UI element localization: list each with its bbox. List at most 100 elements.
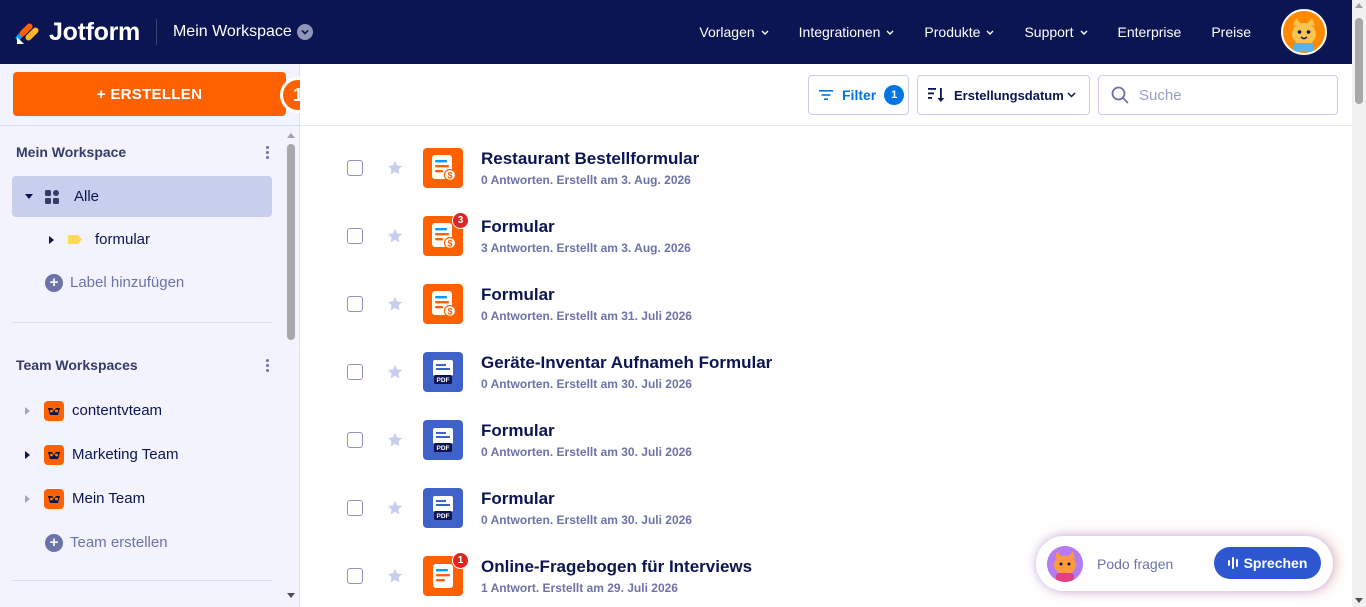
- caret-right-icon[interactable]: [25, 494, 30, 503]
- scroll-up-arrow-icon[interactable]: [1355, 3, 1363, 8]
- form-info: Geräte-Inventar Aufnameh Formular 0 Antw…: [481, 353, 772, 392]
- nav-products[interactable]: Produkte: [924, 24, 994, 40]
- chevron-down-icon: [1080, 30, 1087, 35]
- form-title[interactable]: Online-Fragebogen für Interviews: [481, 557, 752, 577]
- star-icon[interactable]: [386, 567, 404, 585]
- select-checkbox[interactable]: [347, 296, 363, 312]
- plus-circle-icon: +: [45, 273, 63, 292]
- logo-text: Jotform: [49, 17, 140, 46]
- star-icon[interactable]: [386, 363, 404, 381]
- nav-enterprise[interactable]: Enterprise: [1118, 24, 1182, 40]
- scroll-up-arrow-icon[interactable]: [287, 133, 295, 138]
- form-list-item[interactable]: $ Formular 0 Antworten. Erstellt am 31. …: [300, 270, 1352, 338]
- team-icon: [44, 444, 64, 465]
- select-checkbox[interactable]: [347, 364, 363, 380]
- star-icon[interactable]: [386, 499, 404, 517]
- filter-button[interactable]: Filter 1: [808, 75, 909, 115]
- form-info: Formular 0 Antworten. Erstellt am 31. Ju…: [481, 285, 692, 324]
- more-options-icon[interactable]: [262, 358, 272, 372]
- form-info: Online-Fragebogen für Interviews 1 Antwo…: [481, 557, 752, 596]
- nav-integrations[interactable]: Integrationen: [799, 24, 895, 40]
- form-list-item[interactable]: PDF Formular 0 Antworten. Erstellt am 30…: [300, 406, 1352, 474]
- podo-prompt-label[interactable]: Podo fragen: [1097, 556, 1173, 572]
- user-avatar[interactable]: [1281, 9, 1327, 55]
- svg-text:$: $: [447, 171, 452, 181]
- star-icon[interactable]: [386, 159, 404, 177]
- search-icon: [1111, 86, 1129, 104]
- select-checkbox[interactable]: [347, 568, 363, 584]
- form-title[interactable]: Formular: [481, 285, 692, 305]
- sidebar-item-folder[interactable]: formular: [12, 219, 272, 260]
- team-icon: [44, 400, 64, 421]
- pdf-tag: PDF: [437, 445, 450, 452]
- nav-templates[interactable]: Vorlagen: [699, 24, 769, 40]
- sidebar-item-all[interactable]: Alle: [12, 176, 272, 217]
- chevron-down-icon: [986, 30, 994, 35]
- form-list-item[interactable]: PDF Formular 0 Antworten. Erstellt am 30…: [300, 474, 1352, 542]
- form-list-item[interactable]: PDF Geräte-Inventar Aufnameh Formular 0 …: [300, 338, 1352, 406]
- workspace-switcher[interactable]: Mein Workspace: [173, 23, 313, 41]
- filter-count-badge: 1: [884, 85, 905, 105]
- select-checkbox[interactable]: [347, 432, 363, 448]
- star-icon[interactable]: [386, 431, 404, 449]
- audio-wave-icon: [1227, 557, 1238, 569]
- form-title[interactable]: Formular: [481, 217, 691, 237]
- sidebar-item-team[interactable]: Marketing Team: [12, 434, 272, 475]
- speak-button[interactable]: Sprechen: [1214, 547, 1321, 579]
- sidebar-scroll-area: Mein Workspace Alle formular + Label hin…: [0, 126, 284, 607]
- sidebar-scrollbar[interactable]: [284, 126, 299, 607]
- sort-dropdown[interactable]: Erstellungsdatum: [917, 75, 1090, 115]
- scroll-down-arrow-icon[interactable]: [287, 593, 295, 598]
- team-name: contentvteam: [72, 402, 163, 419]
- team-workspaces-header: Team Workspaces: [16, 357, 272, 373]
- caret-right-icon[interactable]: [49, 235, 54, 244]
- caret-down-icon[interactable]: [25, 194, 33, 199]
- svg-text:$: $: [447, 307, 452, 317]
- page-scrollbar[interactable]: [1352, 0, 1366, 607]
- create-button[interactable]: + ERSTELLEN: [13, 72, 286, 116]
- scroll-down-arrow-icon[interactable]: [1355, 598, 1363, 603]
- sidebar-item-team[interactable]: Mein Team: [12, 478, 272, 519]
- form-title[interactable]: Formular: [481, 489, 692, 509]
- sort-label: Erstellungsdatum: [954, 87, 1064, 103]
- form-list-item[interactable]: $ 3 Formular 3 Antworten. Erstellt am 3.…: [300, 202, 1352, 270]
- nav-pricing[interactable]: Preise: [1211, 24, 1251, 40]
- nav-label: Enterprise: [1117, 24, 1182, 40]
- jotform-logo[interactable]: Jotform: [15, 18, 140, 47]
- nav-support[interactable]: Support: [1024, 24, 1087, 40]
- select-checkbox[interactable]: [347, 500, 363, 516]
- search-box[interactable]: [1098, 75, 1338, 115]
- form-type-icon: PDF: [423, 352, 463, 392]
- team-icon: [44, 488, 64, 509]
- unread-count-badge: 1: [452, 552, 469, 569]
- chevron-down-icon: [296, 24, 313, 40]
- sidebar-item-team[interactable]: contentvteam: [12, 390, 272, 431]
- podo-assistant-widget[interactable]: Podo fragen Sprechen: [1036, 536, 1333, 591]
- nav-label: Preise: [1211, 24, 1251, 40]
- more-options-icon[interactable]: [262, 145, 272, 159]
- scrollbar-thumb[interactable]: [287, 144, 295, 340]
- form-title[interactable]: Formular: [481, 421, 692, 441]
- form-meta: 0 Antworten. Erstellt am 30. Juli 2026: [481, 444, 692, 459]
- select-checkbox[interactable]: [347, 228, 363, 244]
- scrollbar-thumb[interactable]: [1355, 18, 1363, 104]
- caret-right-icon[interactable]: [25, 450, 30, 459]
- caret-right-icon[interactable]: [25, 406, 30, 415]
- form-list-item[interactable]: $ Restaurant Bestellformular 0 Antworten…: [300, 134, 1352, 202]
- star-icon[interactable]: [386, 295, 404, 313]
- form-title[interactable]: Restaurant Bestellformular: [481, 149, 699, 169]
- sidebar-item-label: formular: [95, 231, 151, 248]
- select-checkbox[interactable]: [347, 160, 363, 176]
- form-info: Formular 0 Antworten. Erstellt am 30. Ju…: [481, 421, 692, 460]
- star-icon[interactable]: [386, 227, 404, 245]
- pdf-tag: PDF: [437, 377, 450, 384]
- search-input[interactable]: [1139, 86, 1319, 104]
- form-title[interactable]: Geräte-Inventar Aufnameh Formular: [481, 353, 772, 373]
- nav-label: Integrationen: [798, 24, 881, 40]
- form-type-icon: PDF: [423, 488, 463, 528]
- filter-label: Filter: [842, 87, 877, 103]
- add-label-button[interactable]: + Label hinzufügen: [12, 262, 272, 303]
- list-toolbar: Filter 1 Erstellungsdatum: [300, 64, 1352, 126]
- svg-text:$: $: [447, 239, 452, 249]
- create-team-button[interactable]: + Team erstellen: [12, 522, 272, 563]
